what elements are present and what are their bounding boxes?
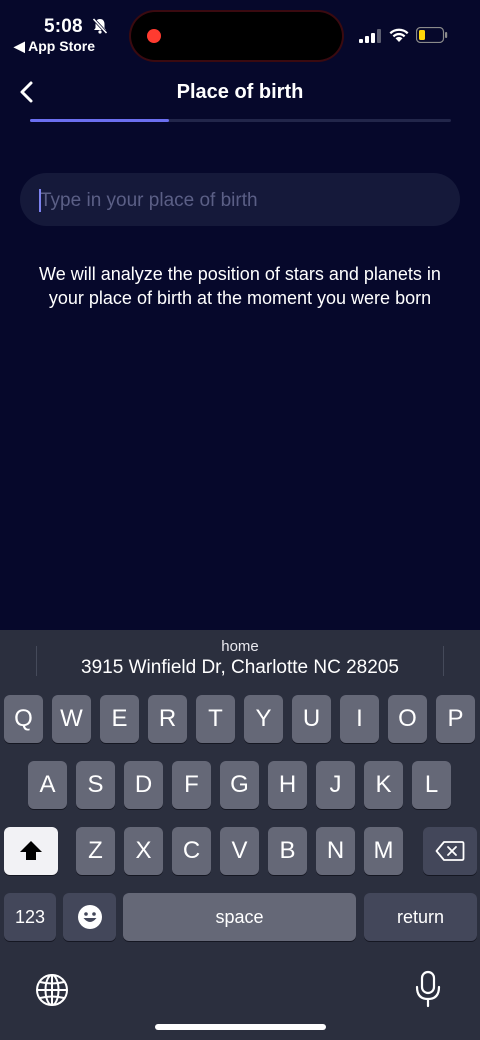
key-n[interactable]: N [316, 827, 355, 875]
key-e[interactable]: E [100, 695, 139, 743]
return-key[interactable]: return [364, 893, 477, 941]
wifi-icon [389, 28, 409, 42]
status-bar: 5:08 ◀ App Store [0, 0, 480, 70]
key-b[interactable]: B [268, 827, 307, 875]
emoji-key[interactable] [63, 893, 116, 941]
suggestion-divider [36, 646, 37, 676]
key-i[interactable]: I [340, 695, 379, 743]
key-o[interactable]: O [388, 695, 427, 743]
back-to-app-store-link[interactable]: ◀ App Store [14, 38, 95, 55]
suggestion-divider [443, 646, 444, 676]
place-of-birth-field[interactable] [20, 173, 460, 228]
cellular-signal-icon [359, 29, 381, 43]
key-d[interactable]: D [124, 761, 163, 809]
text-caret [39, 189, 41, 212]
shift-key[interactable] [4, 827, 58, 875]
key-j[interactable]: J [316, 761, 355, 809]
space-key[interactable]: space [123, 893, 356, 941]
page-title: Place of birth [176, 81, 304, 103]
backspace-key[interactable] [423, 827, 477, 875]
key-u[interactable]: U [292, 695, 331, 743]
dynamic-island [131, 12, 342, 60]
home-indicator [155, 1024, 326, 1030]
key-k[interactable]: K [364, 761, 403, 809]
emoji-icon [77, 905, 102, 929]
place-of-birth-input[interactable] [38, 173, 442, 228]
key-w[interactable]: W [52, 695, 91, 743]
numbers-key[interactable]: 123 [4, 893, 56, 941]
recording-indicator [147, 29, 161, 43]
key-y[interactable]: Y [244, 695, 283, 743]
key-c[interactable]: C [172, 827, 211, 875]
autofill-suggestion[interactable]: home 3915 Winfield Dr, Charlotte NC 2820… [40, 638, 440, 679]
key-f[interactable]: F [172, 761, 211, 809]
key-x[interactable]: X [124, 827, 163, 875]
key-v[interactable]: V [220, 827, 259, 875]
progress-bar-fill [30, 119, 169, 122]
shift-icon [20, 841, 42, 860]
battery-icon [416, 27, 448, 43]
status-time: 5:08 [44, 16, 83, 37]
suggestion-label: home [221, 638, 259, 655]
key-z[interactable]: Z [76, 827, 115, 875]
key-l[interactable]: L [412, 761, 451, 809]
globe-icon[interactable] [34, 972, 70, 1008]
key-h[interactable]: H [268, 761, 307, 809]
key-q[interactable]: Q [4, 695, 43, 743]
suggestion-address: 3915 Winfield Dr, Charlotte NC 28205 [81, 657, 399, 678]
key-s[interactable]: S [76, 761, 115, 809]
progress-bar [30, 119, 451, 122]
key-m[interactable]: M [364, 827, 403, 875]
key-t[interactable]: T [196, 695, 235, 743]
key-a[interactable]: A [28, 761, 67, 809]
description-text: We will analyze the position of stars an… [39, 264, 441, 308]
key-g[interactable]: G [220, 761, 259, 809]
backspace-icon [435, 841, 465, 861]
key-p[interactable]: P [436, 695, 475, 743]
bell-slash-icon [92, 17, 108, 35]
microphone-icon[interactable] [414, 970, 442, 1008]
key-r[interactable]: R [148, 695, 187, 743]
